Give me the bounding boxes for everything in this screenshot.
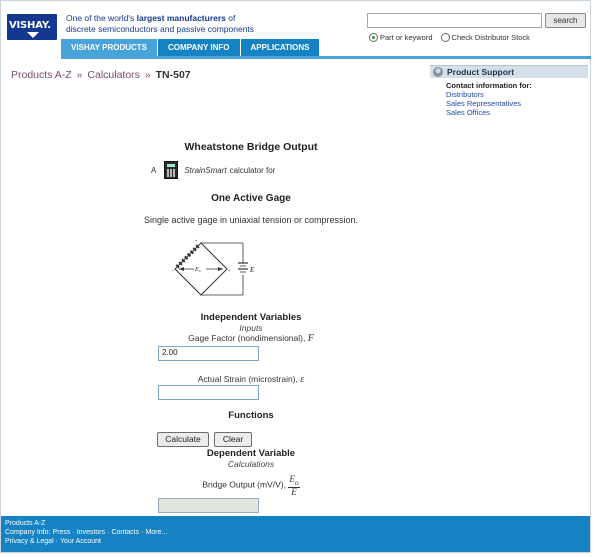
- tagline-line2: discrete semiconductors and passive comp…: [66, 24, 255, 34]
- strain-input[interactable]: [158, 385, 259, 400]
- page: VISHAY. One of the world's largest manuf…: [0, 0, 591, 553]
- vishay-logo[interactable]: VISHAY.: [7, 14, 57, 40]
- calc-suffix: calculator for: [229, 165, 276, 175]
- bridge-output-text: Bridge Output (mV/V),: [202, 479, 286, 490]
- fraction-num-sub: o: [294, 477, 299, 487]
- nav-tab-company-info[interactable]: COMPANY INFO: [158, 39, 241, 57]
- independent-variables-sub: Inputs: [239, 323, 263, 333]
- calc-brand: StrainSmart: [184, 165, 227, 175]
- link-sales-offices[interactable]: Sales Offices: [446, 108, 588, 117]
- gage-factor-label: Gage Factor (nondimensional), F: [101, 333, 401, 344]
- link-sales-representatives[interactable]: Sales Representatives: [446, 99, 588, 108]
- independent-variables-heading: Independent Variables: [200, 312, 302, 323]
- dependent-variable-heading: Dependent Variable: [206, 448, 296, 459]
- dependent-variable-sub: Calculations: [227, 459, 275, 469]
- search-options: Part or keyword Check Distributor Stock: [369, 33, 538, 42]
- breadcrumb-products-az[interactable]: Products A-Z: [11, 69, 72, 81]
- svg-text:+: +: [228, 268, 231, 273]
- nav-tab-vishay-products[interactable]: VISHAY PRODUCTS: [61, 39, 159, 57]
- svg-text:E: E: [249, 266, 255, 274]
- fraction-numerator: Eo: [288, 475, 300, 488]
- search-button[interactable]: search: [545, 13, 586, 28]
- search-input[interactable]: [367, 13, 542, 28]
- functions-heading: Functions: [228, 410, 274, 421]
- radio-distributor-stock[interactable]: [440, 33, 450, 42]
- product-support-body: Contact information for: Distributors Sa…: [430, 78, 588, 117]
- breadcrumb-current: TN-507: [155, 69, 191, 81]
- clear-button[interactable]: Clear: [214, 432, 252, 447]
- svg-text:+: +: [195, 239, 198, 243]
- nav-tab-applications[interactable]: APPLICATIONS: [240, 39, 321, 57]
- footer-press[interactable]: Press: [52, 529, 70, 536]
- bridge-output-label: Bridge Output (mV/V), Eo E: [101, 475, 401, 496]
- bridge-output-fraction: Eo E: [288, 475, 300, 497]
- breadcrumb-calculators[interactable]: Calculators: [87, 69, 140, 81]
- calculator-intro: A StrainSmart calculator for: [151, 161, 275, 179]
- product-support-header[interactable]: ⊗ Product Support: [430, 65, 588, 78]
- footer-your-account[interactable]: Your Account: [60, 538, 101, 545]
- radio-part-keyword[interactable]: [369, 33, 378, 42]
- breadcrumb-separator: »: [144, 69, 151, 81]
- strain-label: Actual Strain (microstrain), ε: [101, 374, 401, 385]
- fraction-denominator: E: [291, 486, 297, 497]
- tagline-bold: largest manufacturers: [136, 13, 226, 23]
- footer-privacy-legal[interactable]: Privacy & Legal: [5, 538, 54, 545]
- strain-text: Actual Strain (microstrain),: [197, 374, 298, 384]
- gage-factor-input[interactable]: 2.00: [158, 346, 259, 361]
- chevron-circle-icon: ⊗: [433, 67, 443, 77]
- radio-part-keyword-label[interactable]: Part or keyword: [380, 33, 433, 42]
- footer-products-az[interactable]: Products A-Z: [5, 520, 45, 527]
- calculator-icon: [164, 161, 179, 179]
- gage-factor-text: Gage Factor (nondimensional),: [188, 333, 306, 343]
- logo-text: VISHAY.: [9, 20, 51, 31]
- svg-text:E₀: E₀: [194, 267, 201, 273]
- gage-factor-symbol: F: [307, 333, 314, 344]
- page-subtitle: One Active Gage: [211, 193, 291, 204]
- calc-prefix: A: [151, 165, 157, 175]
- description: Single active gage in uniaxial tension o…: [143, 215, 359, 225]
- radio-distributor-stock-label[interactable]: Check Distributor Stock: [452, 33, 530, 42]
- page-title: Wheatstone Bridge Output: [184, 141, 318, 153]
- tagline-prefix: One of the world's: [66, 13, 137, 23]
- footer: Products A-Z Company Info: Press · Investo…: [1, 516, 590, 552]
- main-nav: VISHAY PRODUCTS COMPANY INFO APPLICATION…: [61, 39, 321, 57]
- logo-triangle-icon: [27, 32, 39, 38]
- footer-contacts[interactable]: Contacts: [111, 529, 139, 536]
- breadcrumb-separator: »: [76, 69, 83, 81]
- wheatstone-bridge-diagram: E₀ E + − +: [172, 239, 255, 296]
- link-distributors[interactable]: Distributors: [446, 90, 588, 99]
- footer-more[interactable]: More...: [145, 529, 167, 536]
- footer-company-info: Company Info:: [5, 529, 51, 536]
- contact-info-label: Contact information for:: [446, 81, 532, 90]
- breadcrumb: Products A-Z » Calculators » TN-507: [11, 69, 191, 81]
- product-support-panel: ⊗ Product Support Contact information fo…: [430, 65, 588, 120]
- bridge-output-result: [158, 498, 259, 513]
- calculate-button[interactable]: Calculate: [157, 432, 209, 447]
- footer-investors[interactable]: Investors: [77, 529, 105, 536]
- product-support-title: Product Support: [447, 67, 515, 77]
- tagline: One of the world's largest manufacturers…: [66, 13, 326, 35]
- tagline-suffix: of: [225, 13, 236, 23]
- nav-underline: [61, 56, 591, 59]
- strain-symbol: ε: [300, 374, 305, 385]
